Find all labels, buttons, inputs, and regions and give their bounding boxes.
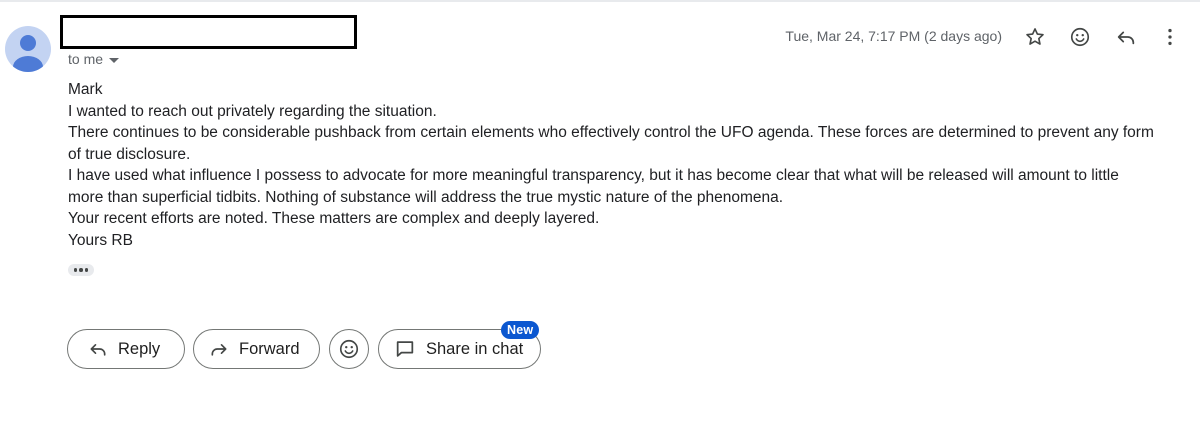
show-trimmed-content-button[interactable] [68, 264, 94, 276]
sender-avatar[interactable] [5, 26, 51, 72]
message-body: Mark I wanted to reach out privately reg… [68, 79, 1158, 251]
dot [84, 268, 89, 272]
body-line: I wanted to reach out privately regardin… [68, 102, 437, 120]
recipient-label: to me [68, 51, 104, 67]
emoji-icon [339, 339, 359, 359]
body-line: Your recent efforts are noted. These mat… [68, 210, 600, 227]
share-in-chat-label: Share in chat [426, 339, 524, 358]
top-divider [0, 0, 1200, 2]
forward-icon [211, 344, 227, 356]
star-icon [1026, 28, 1044, 45]
forward-button[interactable]: Forward [193, 329, 320, 369]
reply-header-button[interactable] [1113, 24, 1139, 50]
emoji-react-button[interactable] [329, 329, 369, 369]
reply-icon [1117, 31, 1135, 45]
reply-button[interactable]: Reply [67, 329, 185, 369]
star-button[interactable] [1022, 24, 1048, 50]
reply-icon [90, 344, 106, 356]
more-vert-icon [1168, 28, 1172, 46]
add-reaction-button[interactable] [1067, 24, 1093, 50]
person-icon [13, 35, 43, 72]
emoji-icon [1070, 27, 1090, 47]
chat-icon [396, 341, 414, 357]
forward-button-label: Forward [239, 339, 300, 358]
reply-button-label: Reply [118, 339, 161, 358]
body-line: Yours RB [68, 231, 133, 249]
body-line: There continues to be considerable pushb… [68, 124, 1154, 163]
sender-name-redacted [60, 15, 357, 49]
caret-down-icon [109, 57, 120, 63]
more-options-button[interactable] [1157, 24, 1183, 50]
body-line: Mark [68, 81, 103, 98]
dot [73, 268, 78, 272]
new-badge: New [501, 321, 540, 339]
dot [79, 268, 83, 272]
message-date: Tue, Mar 24, 7:17 PM (2 days ago) [785, 28, 1002, 44]
body-line: I have used what influence I possess to … [68, 167, 1119, 206]
recipient-details-toggle[interactable]: to me [68, 51, 120, 67]
